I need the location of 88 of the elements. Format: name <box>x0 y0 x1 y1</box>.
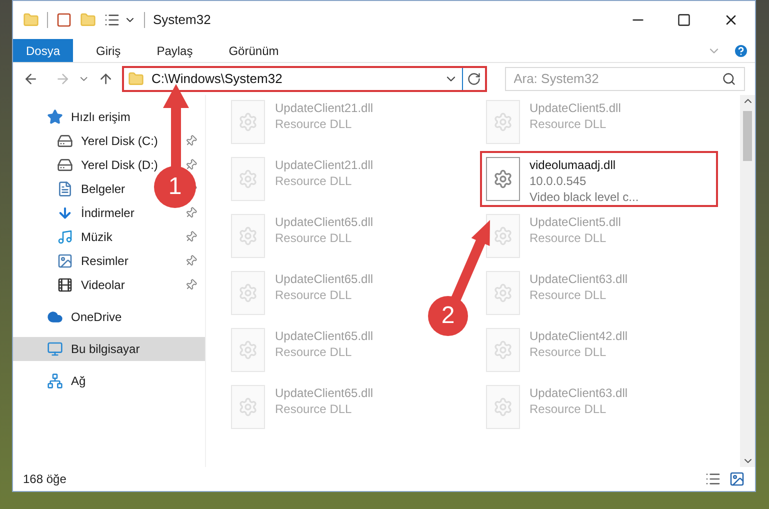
sidebar-item[interactable]: Ağ <box>47 372 86 390</box>
sidebar-label: Bu bilgisayar <box>71 341 140 358</box>
sidebar-item[interactable]: Resimler <box>57 252 128 270</box>
file-detail: Resource DLL <box>275 173 353 189</box>
file-icon <box>231 100 265 144</box>
back-icon[interactable] <box>23 71 39 87</box>
file-detail: Resource DLL <box>530 116 608 132</box>
file-detail: Resource DLL <box>530 230 608 246</box>
file-detail: Resource DLL <box>275 116 353 132</box>
sidebar-item[interactable]: Videolar <box>57 276 125 294</box>
sidebar-label: Videolar <box>81 277 125 294</box>
document-icon <box>57 181 73 197</box>
sidebar-label: Yerel Disk (C:) <box>81 133 158 150</box>
network-icon <box>47 373 63 389</box>
file-icon <box>486 100 520 144</box>
ribbon-tab[interactable]: Giriş <box>83 39 134 62</box>
film-icon <box>57 277 73 293</box>
large-icons-view-icon[interactable] <box>729 471 745 487</box>
sidebar-item[interactable]: Bu bilgisayar <box>47 340 140 358</box>
file-name: videolumaadj.dll <box>530 157 617 173</box>
address-field[interactable]: C:\Windows\System32 <box>122 66 487 92</box>
cloud-icon <box>47 309 63 325</box>
ribbon-tab[interactable]: Dosya <box>13 39 74 62</box>
file-name: UpdateClient65.dll <box>275 385 374 401</box>
file-detail: Resource DLL <box>530 344 608 360</box>
file-icon <box>231 214 265 258</box>
picture-icon <box>57 253 73 269</box>
sidebar-label: İndirmeler <box>81 205 134 222</box>
file-icon <box>486 385 520 429</box>
sidebar-label: Hızlı erişim <box>71 109 130 126</box>
drive-icon <box>57 133 73 149</box>
file-icon <box>486 214 520 258</box>
file-icon <box>231 385 265 429</box>
file-detail: Resource DLL <box>275 230 353 246</box>
sidebar-item[interactable]: Belgeler <box>57 180 126 198</box>
sidebar-item[interactable]: Müzik <box>57 228 112 246</box>
file-name: UpdateClient5.dll <box>530 214 621 230</box>
file-name: UpdateClient65.dll <box>275 328 374 344</box>
sidebar-label: Ağ <box>71 373 86 390</box>
file-detail: Resource DLL <box>275 344 353 360</box>
file-detail: Resource DLL <box>530 401 608 417</box>
file-name: UpdateClient42.dll <box>530 328 628 344</box>
file-detail: Resource DLL <box>275 401 353 417</box>
sidebar-label: Resimler <box>81 253 128 270</box>
drive-icon <box>57 157 73 173</box>
music-note-icon <box>57 229 73 245</box>
scrollbar[interactable] <box>740 95 755 467</box>
maximize-icon[interactable] <box>677 13 691 27</box>
up-icon[interactable] <box>98 71 114 87</box>
scrollbar-thumb[interactable] <box>743 111 752 161</box>
properties-icon[interactable] <box>104 12 120 28</box>
ribbon-tab[interactable]: Görünüm <box>216 39 292 62</box>
file-icon <box>486 157 520 201</box>
file-icon <box>231 157 265 201</box>
file-detail: 10.0.0.545 <box>530 173 588 189</box>
item-count: 168 öğe <box>23 471 66 488</box>
sidebar-label: OneDrive <box>71 309 122 326</box>
sidebar-label: Belgeler <box>81 181 126 198</box>
help-icon[interactable] <box>733 42 749 58</box>
file-name: UpdateClient63.dll <box>530 271 628 287</box>
address-path: C:\Windows\System32 <box>152 70 284 88</box>
sidebar-label: Müzik <box>81 229 112 246</box>
folder-icon <box>128 71 144 87</box>
file-name: UpdateClient21.dll <box>275 157 374 173</box>
file-icon <box>231 271 265 315</box>
details-view-icon[interactable] <box>705 471 721 487</box>
file-name: UpdateClient21.dll <box>275 100 374 116</box>
refresh-icon[interactable] <box>466 72 481 86</box>
window-title: System32 <box>153 11 211 30</box>
file-icon <box>231 328 265 372</box>
search-input[interactable]: Ara: System32 <box>514 69 722 89</box>
file-icon <box>486 271 520 315</box>
sidebar-item[interactable]: Hızlı erişim <box>47 108 130 126</box>
search-field[interactable]: Ara: System32 <box>504 67 745 91</box>
file-name: UpdateClient5.dll <box>530 100 621 116</box>
monitor-icon <box>47 341 63 357</box>
sidebar-item[interactable]: İndirmeler <box>57 204 134 222</box>
search-icon[interactable] <box>722 72 736 86</box>
file-icon <box>486 328 520 372</box>
sidebar-item[interactable]: OneDrive <box>47 308 122 326</box>
file-detail: Resource DLL <box>275 287 353 303</box>
sidebar-item[interactable]: Yerel Disk (C:) <box>57 132 158 150</box>
file-name: UpdateClient65.dll <box>275 214 374 230</box>
file-detail: Resource DLL <box>530 287 608 303</box>
file-name: UpdateClient65.dll <box>275 271 374 287</box>
star-icon <box>47 109 63 125</box>
file-name: UpdateClient63.dll <box>530 385 628 401</box>
ribbon-tab[interactable]: Paylaş <box>144 39 206 62</box>
